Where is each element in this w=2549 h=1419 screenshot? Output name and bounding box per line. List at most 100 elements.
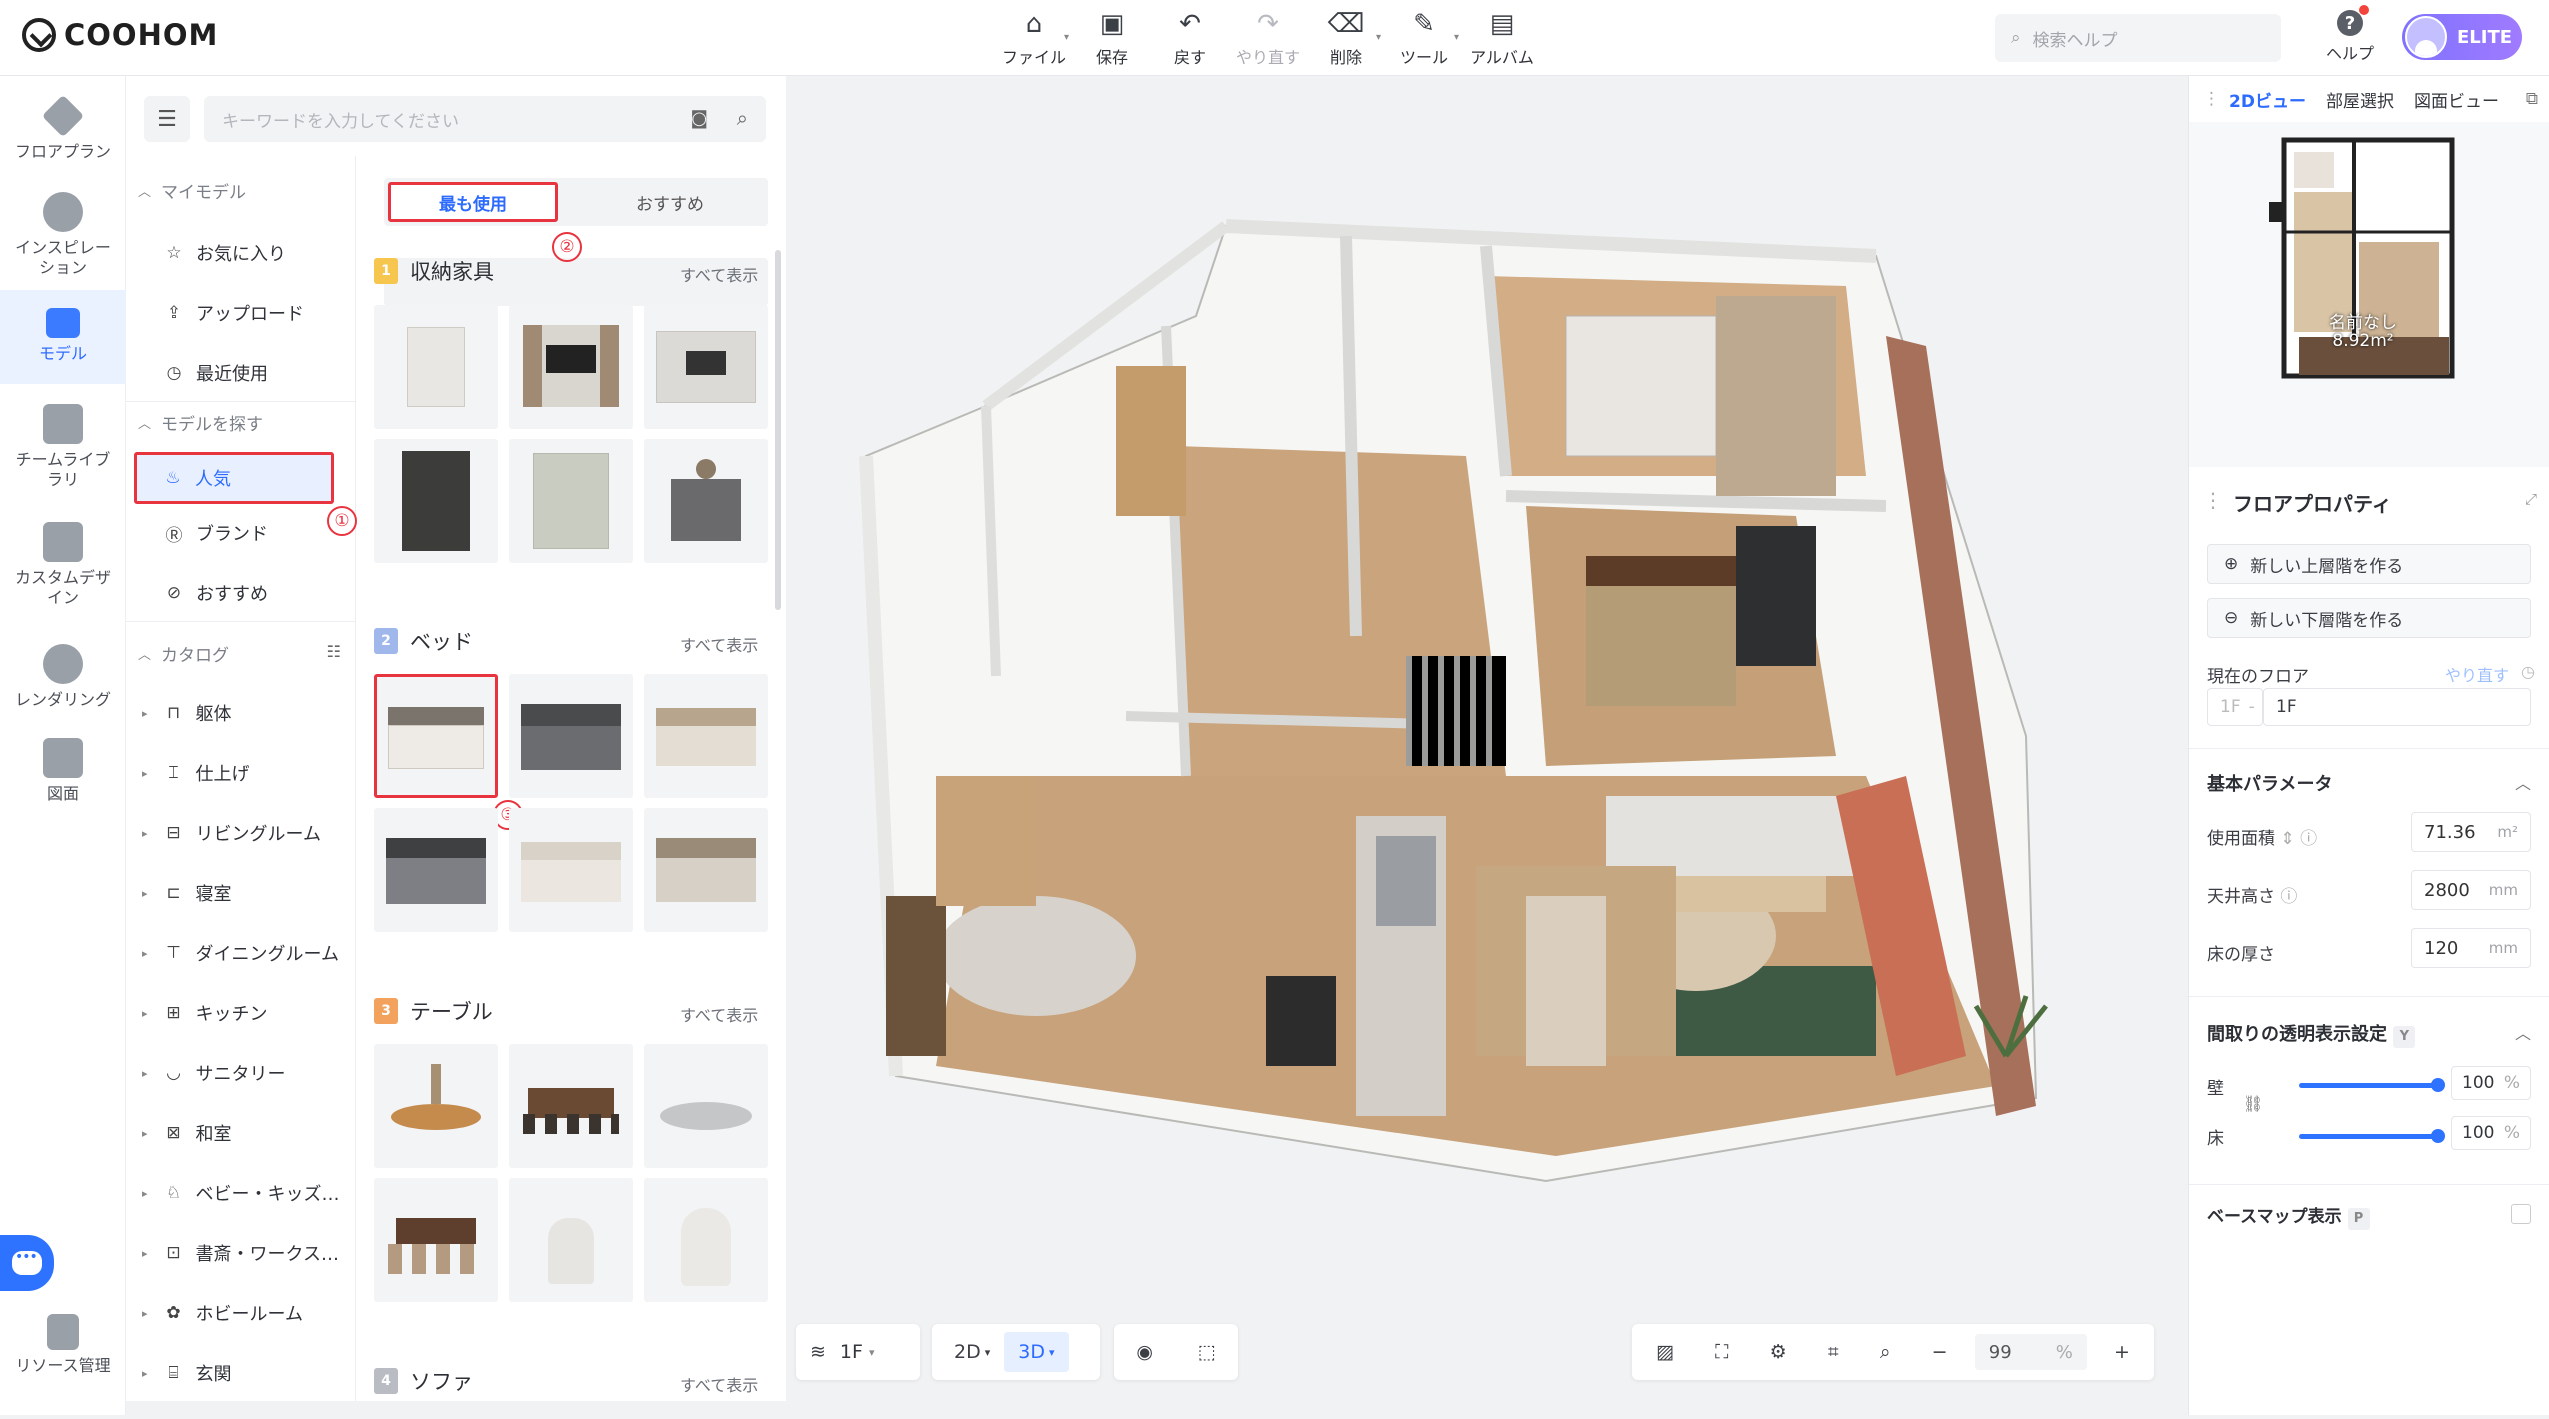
chevron-up-icon[interactable]: ︿	[2515, 1020, 2531, 1044]
floor-name-input[interactable]: 1F	[2263, 688, 2531, 726]
model-card-coffee-table-oval[interactable]	[374, 1044, 498, 1168]
basic-params-heading[interactable]: 基本パラメータ	[2207, 770, 2332, 796]
panel-scrollbar[interactable]	[775, 250, 781, 610]
fit-view-icon[interactable]: ⛶	[1701, 1332, 1742, 1372]
category-popular[interactable]: ♨ 人気	[134, 452, 334, 504]
file-menu-button[interactable]: ⌂ ファイル ▾	[995, 8, 1073, 68]
model-card-bed-white[interactable]	[374, 674, 498, 798]
filter-settings-icon[interactable]: ☷	[327, 642, 341, 661]
category-favorites[interactable]: ☆ お気に入り	[164, 240, 286, 266]
nav-inspiration[interactable]: インスピレーション	[0, 184, 126, 284]
chevron-up-icon[interactable]: ︿	[2515, 770, 2531, 794]
help-search-input[interactable]: ⌕ 検索ヘルプ	[1995, 14, 2281, 62]
reset-icon[interactable]: ◷	[2521, 662, 2535, 681]
category-brand[interactable]: Ⓡ ブランド	[164, 520, 269, 546]
expand-icon[interactable]: ⤢	[2525, 490, 2537, 508]
model-card-dining-table-chairs[interactable]	[374, 1178, 498, 1302]
model-card-bed-wood[interactable]	[644, 808, 768, 932]
tab-recommended[interactable]: おすすめ	[580, 178, 760, 226]
catalog-bedroom[interactable]: ▸ ⊏ 寝室	[142, 880, 232, 906]
tab-2d-view[interactable]: 2Dビュー	[2229, 87, 2306, 112]
tab-drawing-view[interactable]: 図面ビュー	[2414, 87, 2499, 112]
undo-button[interactable]: ↶ 戻す	[1151, 8, 1229, 68]
focus-icon[interactable]: ⌗	[1814, 1332, 1853, 1372]
nav-rendering[interactable]: レンダリング	[0, 636, 126, 722]
3d-viewport[interactable]: ≋ 1F ▾ 2D ▾ 3D ▾ ◉ ⬚ ▨ ⛶ ⚙ ⌗ ⌕ − 99% +	[786, 76, 2188, 1415]
model-card-wardrobe-white[interactable]	[374, 305, 498, 429]
view-3d-button[interactable]: 3D ▾	[1004, 1332, 1069, 1372]
account-badge[interactable]: ELITE	[2402, 14, 2522, 60]
model-card-bed-beige[interactable]	[644, 674, 768, 798]
eye-icon[interactable]: ◉	[1122, 1332, 1167, 1372]
album-button[interactable]: ▤ アルバム	[1463, 8, 1541, 68]
camera-settings-icon[interactable]: ⚙	[1756, 1332, 1801, 1372]
create-upper-floor-button[interactable]: ⊕ 新しい上層階を作る	[2207, 544, 2531, 584]
section-catalog[interactable]: ︿ カタログ	[138, 641, 229, 666]
nav-drawing[interactable]: 図面	[0, 738, 126, 824]
model-card-tv-wall[interactable]	[509, 305, 633, 429]
nav-model[interactable]: モデル	[0, 290, 126, 384]
catalog-kitchen[interactable]: ▸ ⊞ キッチン	[142, 1000, 268, 1026]
section-my-models[interactable]: ︿ マイモデル	[138, 178, 246, 203]
zoom-in-button[interactable]: +	[2100, 1332, 2144, 1372]
ceiling-height-input[interactable]: 2800 mm	[2411, 870, 2531, 910]
model-card-wardrobe-grey[interactable]	[509, 439, 633, 563]
chat-support-button[interactable]	[0, 1235, 54, 1291]
catalog-hobby-room[interactable]: ▸ ✿ ホビールーム	[142, 1300, 303, 1326]
redo-link[interactable]: やり直す	[2445, 662, 2509, 686]
category-recent[interactable]: ◷ 最近使用	[164, 360, 268, 386]
search-icon[interactable]: ⌕	[737, 106, 748, 130]
expand-panel-icon[interactable]: ⧉	[2526, 89, 2538, 109]
model-card-bed-dark[interactable]	[374, 808, 498, 932]
catalog-sanitary[interactable]: ▸ ◡ サニタリー	[142, 1060, 286, 1086]
minimap[interactable]: 名前なし 8.92m²	[2189, 122, 2549, 467]
basemap-checkbox[interactable]	[2511, 1204, 2531, 1224]
view-2d-button[interactable]: 2D ▾	[940, 1332, 1004, 1372]
model-card-dining-set[interactable]	[509, 1044, 633, 1168]
nav-floorplan[interactable]: フロアプラン	[0, 88, 126, 174]
model-card-dark-shelf[interactable]	[374, 439, 498, 563]
collapse-menu-button[interactable]: ☰	[144, 96, 190, 142]
zoom-out-button[interactable]: −	[1918, 1332, 1962, 1372]
link-icon[interactable]: ⛓	[2243, 1094, 2263, 1113]
catalog-japanese-room[interactable]: ▸ ⊠ 和室	[142, 1120, 232, 1146]
save-button[interactable]: ▣ 保存	[1073, 8, 1151, 68]
floor-thickness-input[interactable]: 120 mm	[2411, 928, 2531, 968]
category-upload[interactable]: ⇪ アップロード	[164, 300, 304, 326]
wall-opacity-input[interactable]: 100%	[2451, 1066, 2531, 1100]
catalog-entrance[interactable]: ▸ ⌸ 玄関	[142, 1360, 232, 1386]
area-input[interactable]: 71.36 m²	[2411, 812, 2531, 852]
model-card-bed-linen[interactable]	[509, 808, 633, 932]
catalog-structure[interactable]: ▸ ⊓ 躯体	[142, 700, 232, 726]
model-card-nightstand[interactable]	[644, 439, 768, 563]
create-lower-floor-button[interactable]: ⊖ 新しい下層階を作る	[2207, 598, 2531, 638]
floor-selector[interactable]: ≋ 1F ▾	[796, 1324, 920, 1380]
model-card-round-table-grey[interactable]	[644, 1044, 768, 1168]
nav-team-library[interactable]: チームライブラリ	[0, 396, 126, 496]
camera-search-icon[interactable]: ◙	[691, 108, 708, 129]
redo-button[interactable]: ↷ やり直す	[1229, 8, 1307, 68]
keyword-search-input[interactable]: キーワードを入力してください ◙ ⌕	[204, 96, 766, 142]
drag-handle-icon[interactable]: ⋮	[2203, 89, 2220, 109]
tools-menu-button[interactable]: ✎ ツール ▾	[1385, 8, 1463, 68]
transparency-heading[interactable]: 間取りの透明表示設定 Y	[2207, 1020, 2416, 1048]
zoom-search-icon[interactable]: ⌕	[1866, 1332, 1905, 1372]
cube-icon[interactable]: ⬚	[1184, 1332, 1230, 1372]
floor-opacity-slider[interactable]	[2299, 1129, 2445, 1143]
category-recommended[interactable]: ⊘ おすすめ	[164, 580, 268, 606]
nav-custom-design[interactable]: カスタムデザイン	[0, 514, 126, 614]
drag-handle-icon[interactable]: ⋮	[2203, 488, 2223, 517]
coohom-logo[interactable]: COOHOM	[22, 18, 218, 52]
zoom-input[interactable]: 99%	[1974, 1334, 2087, 1370]
catalog-baby-kids[interactable]: ▸ ♘ ベビー・キッズ…	[142, 1180, 340, 1206]
model-card-pedestal-table[interactable]	[644, 1178, 768, 1302]
catalog-dining-room[interactable]: ▸ ⊤ ダイニングルーム	[142, 940, 339, 966]
catalog-study-work[interactable]: ▸ ⊡ 書斎・ワークス…	[142, 1240, 339, 1266]
model-card-bed-grey[interactable]	[509, 674, 633, 798]
nav-resource-management[interactable]: リソース管理	[0, 1314, 126, 1394]
tab-most-used[interactable]: 最も使用	[388, 182, 558, 222]
wall-opacity-slider[interactable]	[2299, 1078, 2445, 1092]
model-card-tv-cabinet[interactable]	[644, 305, 768, 429]
delete-button[interactable]: ⌫ 削除 ▾	[1307, 8, 1385, 68]
catalog-living-room[interactable]: ▸ ⊟ リビングルーム	[142, 820, 321, 846]
